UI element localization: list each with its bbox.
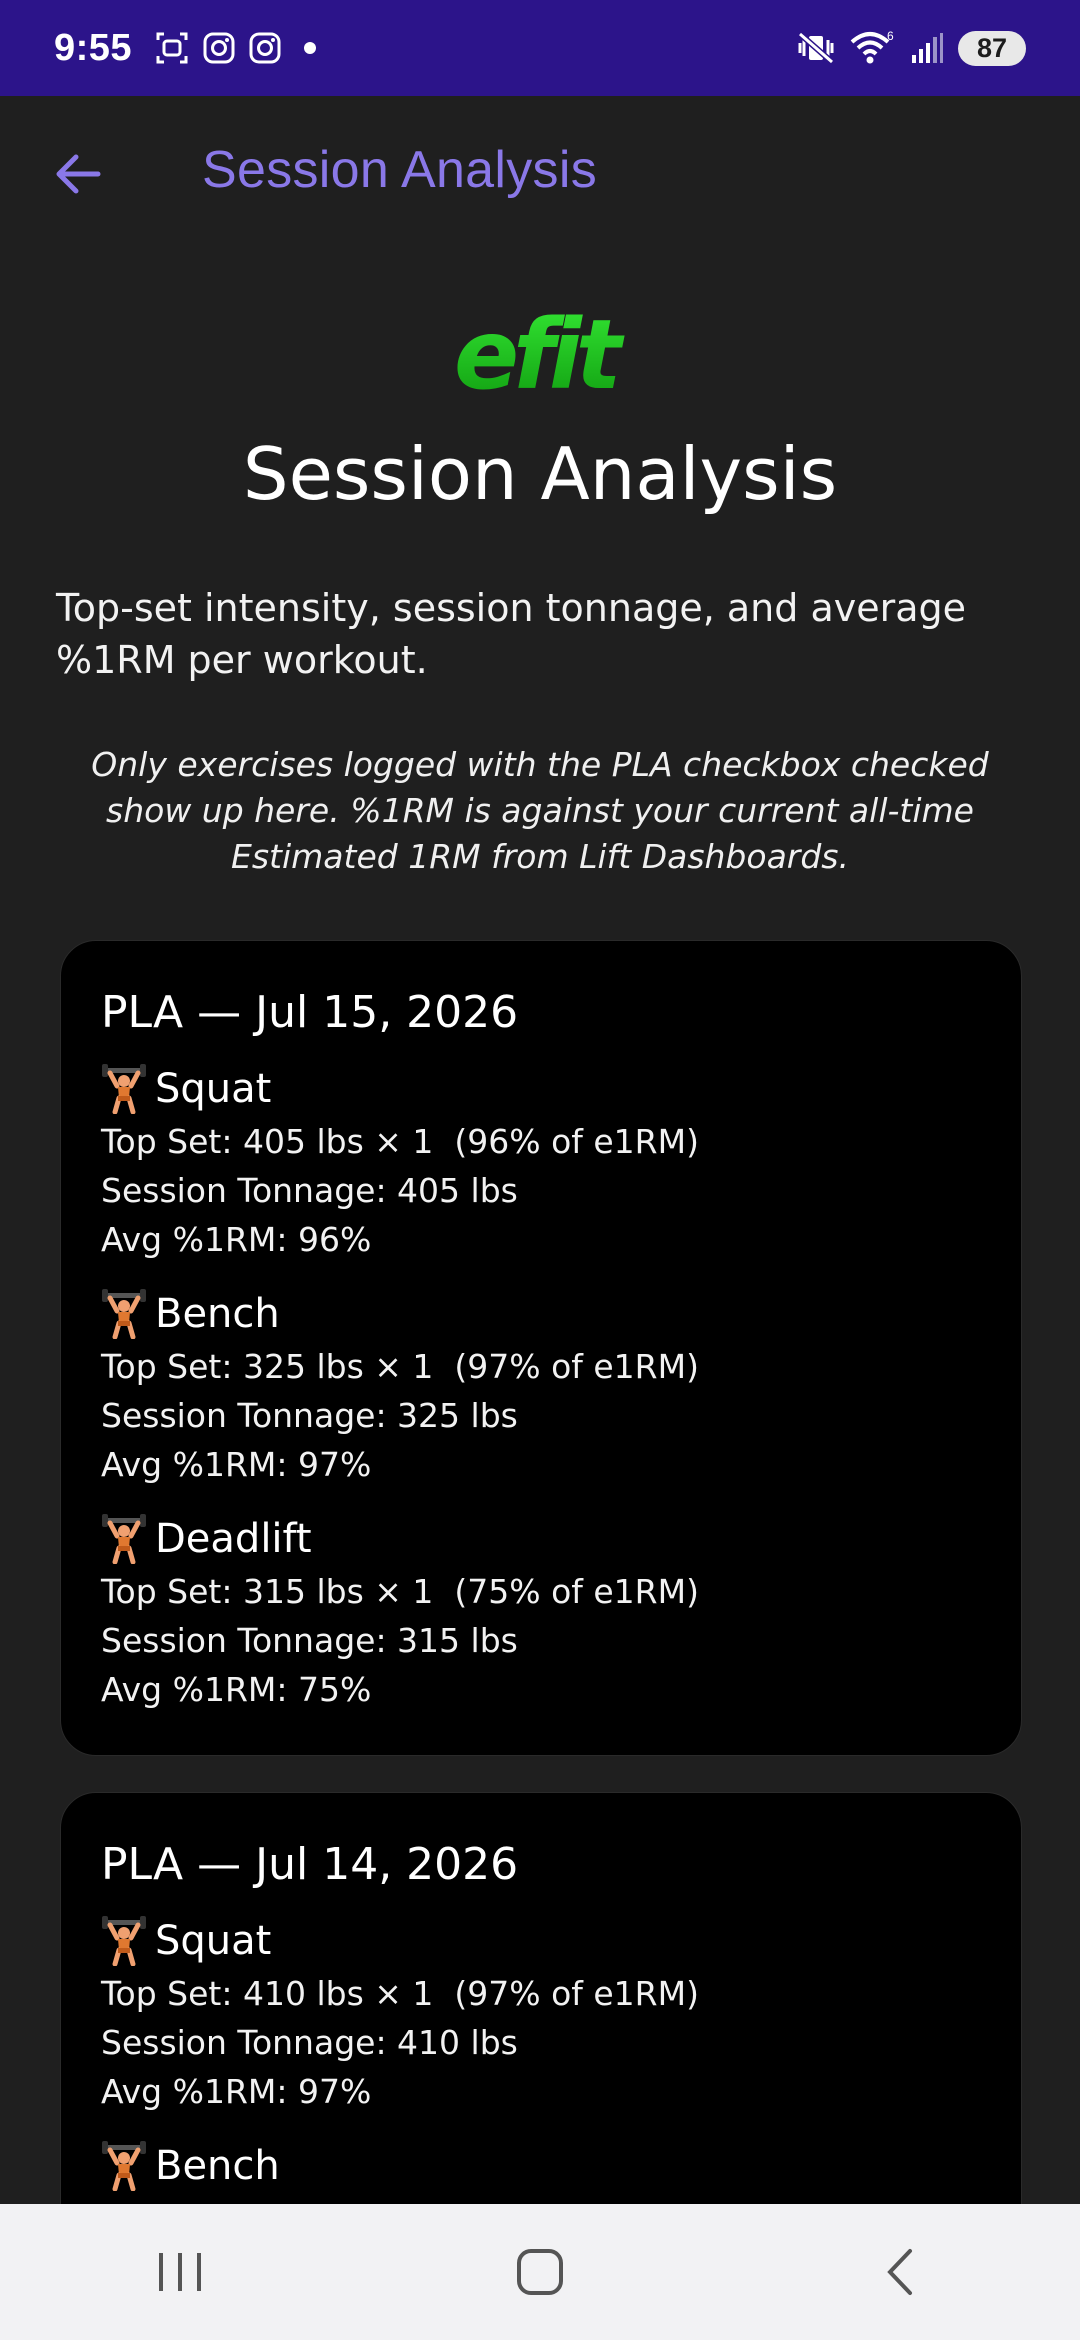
mute-vibrate-icon — [798, 31, 834, 65]
session-card: PLA — Jul 14, 2026 Squat Top Set: 410 lb… — [60, 1792, 1022, 2204]
status-left-icons — [154, 30, 317, 66]
exercise-name: Bench — [155, 2143, 280, 2189]
status-right-icons: 6 87 — [796, 30, 1026, 66]
top-set-text: Top Set: 315 lbs × 1 (75% of e1RM) — [101, 1572, 699, 1611]
weightlifter-icon — [102, 1289, 146, 1339]
weightlifter-icon — [102, 2141, 146, 2191]
exercise-name: Bench — [155, 1291, 280, 1337]
exercise-item: Deadlift Top Set: 315 lbs × 1 (75% of e1… — [101, 1511, 981, 1714]
tonnage-text: Session Tonnage: 325 lbs — [101, 1396, 518, 1435]
arrow-left-icon — [56, 154, 101, 194]
back-icon — [887, 2249, 912, 2295]
logo-text: efit — [454, 308, 625, 408]
screenshot-icon — [156, 32, 188, 64]
page-description: Top-set intensity, session tonnage, and … — [56, 586, 967, 682]
info-note: Only exercises logged with the PLA check… — [91, 745, 989, 876]
avg-1rm-text: Avg %1RM: 97% — [101, 2072, 372, 2111]
weightlifter-icon — [102, 1064, 146, 1114]
session-title: PLA — Jul 15, 2026 — [101, 987, 519, 1038]
instagram-icon — [203, 32, 235, 64]
top-set-text: Top Set: 405 lbs × 1 (96% of e1RM) — [101, 1122, 699, 1161]
home-button[interactable] — [480, 2222, 600, 2322]
session-title: PLA — Jul 14, 2026 — [101, 1839, 519, 1890]
weightlifter-icon — [102, 1916, 146, 1966]
signal-icon — [912, 33, 943, 63]
recents-button[interactable] — [120, 2222, 240, 2322]
exercise-name: Squat — [155, 1066, 272, 1112]
app-bar: Session Analysis — [0, 96, 1080, 252]
tonnage-text: Session Tonnage: 405 lbs — [101, 1171, 518, 1210]
home-icon — [517, 2249, 563, 2295]
avg-1rm-text: Avg %1RM: 75% — [101, 1670, 372, 1709]
content-area[interactable]: efit Session Analysis Top-set intensity,… — [0, 252, 1080, 2204]
system-nav-bar — [0, 2204, 1080, 2340]
exercise-item: Bench — [101, 2138, 981, 2194]
recents-icon — [159, 2253, 201, 2291]
avg-1rm-text: Avg %1RM: 97% — [101, 1445, 372, 1484]
exercise-item: Squat Top Set: 410 lbs × 1 (97% of e1RM)… — [101, 1913, 981, 2116]
top-set-text: Top Set: 410 lbs × 1 (97% of e1RM) — [101, 1974, 699, 2013]
session-card: PLA — Jul 15, 2026 Squat Top Set: 405 lb… — [60, 940, 1022, 1756]
efit-logo: efit — [454, 308, 630, 408]
status-bar: 9:55 6 87 — [0, 0, 1080, 96]
notification-dot-icon — [304, 42, 317, 54]
back-button[interactable] — [40, 136, 116, 212]
top-set-text: Top Set: 325 lbs × 1 (97% of e1RM) — [101, 1347, 699, 1386]
instagram-icon — [249, 32, 281, 64]
exercise-name: Deadlift — [155, 1516, 312, 1562]
app-bar-title: Session Analysis — [202, 141, 598, 199]
wifi-badge: 6 — [887, 30, 894, 43]
tonnage-text: Session Tonnage: 315 lbs — [101, 1621, 518, 1660]
avg-1rm-text: Avg %1RM: 96% — [101, 1220, 372, 1259]
exercise-item: Bench Top Set: 325 lbs × 1 (97% of e1RM)… — [101, 1286, 981, 1489]
battery-icon: 87 — [958, 30, 1026, 66]
status-time: 9:55 — [54, 26, 133, 69]
page-title: Session Analysis — [242, 432, 838, 516]
wifi-icon: 6 — [850, 30, 894, 64]
exercise-item: Squat Top Set: 405 lbs × 1 (96% of e1RM)… — [101, 1061, 981, 1264]
exercise-name: Squat — [155, 1918, 272, 1964]
tonnage-text: Session Tonnage: 410 lbs — [101, 2023, 518, 2062]
system-back-button[interactable] — [840, 2222, 960, 2322]
weightlifter-icon — [102, 1514, 146, 1564]
